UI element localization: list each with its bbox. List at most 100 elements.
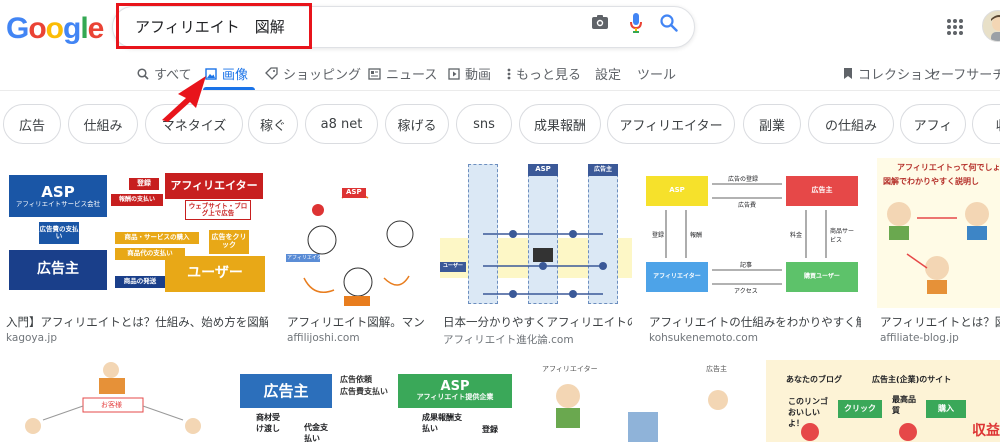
ship-arrow: 商品の発送 bbox=[115, 276, 165, 288]
website-label: ウェブサイト・ブログ上で広告 bbox=[188, 201, 248, 217]
result-thumbnail[interactable]: お客様 bbox=[3, 360, 223, 442]
result-title[interactable]: アフィリエイトとは？図解 bbox=[880, 314, 1000, 330]
affiliator-box: アフィリエイター bbox=[165, 173, 263, 199]
chip[interactable]: 仕組み bbox=[68, 104, 138, 144]
register-arrow: 登録 bbox=[129, 178, 159, 190]
result-source[interactable]: kagoya.jp bbox=[6, 332, 57, 344]
access-label: アクセス bbox=[734, 288, 758, 295]
image-result[interactable]: ASP 広告主 アフィリエイター 購買ユーザー 広告の登録 広告費 登録 報酬 … bbox=[646, 158, 861, 348]
tab-safesearch-label: セーフサーチ bbox=[928, 68, 1000, 83]
apps-grid-icon[interactable] bbox=[947, 19, 963, 35]
result-source[interactable]: アフィリエイト進化論.com bbox=[443, 332, 574, 347]
register-label: 登録 bbox=[652, 232, 665, 239]
result-thumbnail[interactable]: ASP アフィリエイター bbox=[284, 158, 424, 308]
tab-shopping[interactable]: ショッピング bbox=[265, 64, 361, 83]
result-thumbnail[interactable]: ASP 広告主 ユーザー bbox=[440, 158, 632, 308]
result-thumbnail[interactable]: ASP アフィリエイトサービス会社 登録 報酬の支払い アフィリエイター ウェブ… bbox=[3, 158, 268, 308]
tab-settings-label: 設定 bbox=[595, 68, 622, 83]
search-icon[interactable] bbox=[660, 14, 678, 36]
more-vert-icon bbox=[507, 68, 511, 79]
advertiser-label: 広告主 bbox=[706, 365, 727, 373]
result-title[interactable]: 入門】アフィリエイトとは？仕組み、始め方を図解で… bbox=[6, 314, 268, 330]
result-title[interactable]: アフィリエイトの仕組みをわかりやすく解… bbox=[649, 314, 861, 330]
register-label: 登録 bbox=[137, 179, 151, 188]
advertiser-label: 広告主 bbox=[37, 261, 79, 278]
tab-tools[interactable]: ツール bbox=[637, 64, 676, 83]
reward-label: 報酬 bbox=[690, 232, 703, 239]
ad-fee-label: 広告費 bbox=[738, 202, 757, 209]
result-thumbnail[interactable]: 広告主 広告依頼 広告費支払い ASP アフィリエイト提供企業 商材受け渡し 代… bbox=[240, 360, 512, 442]
result-source[interactable]: kohsukenemoto.com bbox=[649, 332, 758, 344]
result-thumbnail[interactable]: アフィリエイトって何でしょ 図解でわかりやすく説明し bbox=[877, 158, 1000, 308]
click-arrow: 広告をクリック bbox=[209, 230, 249, 254]
apples-illustration bbox=[801, 423, 917, 441]
flow-lines bbox=[483, 230, 607, 298]
related-chips: 広告 仕組み マネタイズ 稼ぐ a8 net 稼げる sns 成果報酬 アフィリ… bbox=[0, 104, 1000, 144]
image-result[interactable]: 広告主 広告依頼 広告費支払い ASP アフィリエイト提供企業 商材受け渡し 代… bbox=[240, 360, 512, 442]
image-result[interactable]: アフィリエイター 広告主 bbox=[528, 360, 750, 442]
result-title[interactable]: アフィリエイト図解。マン… bbox=[287, 314, 424, 330]
logo-letter: G bbox=[6, 12, 29, 45]
reward-label: 成果報酬支払い bbox=[422, 413, 462, 433]
illustration bbox=[887, 202, 989, 294]
microphone-icon[interactable] bbox=[630, 13, 642, 37]
article-label: 記事 bbox=[740, 262, 753, 269]
chip[interactable]: 稼ぐ bbox=[248, 104, 298, 144]
result-thumbnail[interactable]: あなたのブログ 広告主(企業)のサイト このリンゴおいしいよ！ クリック 最高品… bbox=[766, 360, 1000, 442]
chip[interactable]: 稼げる bbox=[385, 104, 449, 144]
tab-news[interactable]: ニュース bbox=[368, 64, 437, 83]
image-result[interactable]: アフィリエイトって何でしょ 図解でわかりやすく説明し アフィリエイトとは？図解 … bbox=[877, 158, 1000, 348]
chip[interactable]: の仕組み bbox=[808, 104, 894, 144]
avatar[interactable] bbox=[982, 10, 1000, 42]
tab-tools-label: ツール bbox=[637, 68, 677, 83]
tab-images-label: 画像 bbox=[222, 68, 249, 83]
chip[interactable]: アフィリエイター bbox=[607, 104, 735, 144]
goods-label: 商材受け渡し bbox=[256, 413, 280, 433]
image-result[interactable]: お客様 bbox=[3, 360, 223, 442]
chip[interactable]: 副業 bbox=[743, 104, 801, 144]
image-result[interactable]: ASP アフィリエイトサービス会社 登録 報酬の支払い アフィリエイター ウェブ… bbox=[3, 158, 268, 348]
result-thumbnail[interactable]: ASP 広告主 アフィリエイター 購買ユーザー 広告の登録 広告費 登録 報酬 … bbox=[646, 158, 861, 308]
tab-settings[interactable]: 設定 bbox=[595, 64, 621, 83]
bookmark-icon bbox=[844, 68, 852, 79]
chip[interactable]: 成果報酬 bbox=[519, 104, 601, 144]
chip[interactable]: sns bbox=[456, 104, 512, 144]
camera-icon[interactable] bbox=[591, 14, 609, 34]
logo-letter: o bbox=[28, 12, 46, 45]
reward-arrow: 報酬の支払い bbox=[111, 194, 163, 206]
tab-videos[interactable]: 動画 bbox=[448, 64, 491, 83]
manga-diagram bbox=[286, 188, 414, 306]
result-source[interactable]: affiliate-blog.jp bbox=[880, 332, 959, 344]
chip-label: a8 net bbox=[320, 116, 363, 132]
price-label: 代金支払い bbox=[304, 423, 328, 442]
header-divider bbox=[0, 90, 1000, 91]
google-logo[interactable]: Google bbox=[6, 12, 104, 46]
result-title[interactable]: 日本一分かりやすくアフィリエイトの… bbox=[443, 314, 632, 330]
tab-images[interactable]: 画像 bbox=[205, 64, 248, 83]
chip-label: 収 bbox=[995, 115, 1000, 134]
chip-label: の仕組み bbox=[824, 118, 877, 134]
result-thumbnail[interactable]: アフィリエイター 広告主 bbox=[528, 360, 750, 442]
reward-label: 報酬の支払い bbox=[118, 195, 155, 203]
chip[interactable]: a8 net bbox=[305, 104, 378, 144]
tab-collections-label: コレクション bbox=[858, 68, 937, 83]
purchase-arrow: 商品・サービスの購入 bbox=[115, 232, 199, 244]
tab-more[interactable]: もっと見る bbox=[507, 64, 581, 83]
request-label: 広告依頼 bbox=[340, 375, 372, 384]
product-label: 商品サービス bbox=[830, 228, 855, 244]
website-note: ウェブサイト・ブログ上で広告 bbox=[185, 200, 251, 220]
chip[interactable]: 広告 bbox=[3, 104, 61, 144]
image-result[interactable]: ASP 広告主 ユーザー 日本一分かりやすくアフィリエイトの… アフィリエイト進… bbox=[440, 158, 632, 348]
tab-safesearch[interactable]: セーフサーチ bbox=[928, 64, 1000, 83]
affiliator-label: アフィリエイター bbox=[287, 255, 327, 261]
chip-label: 仕組み bbox=[83, 118, 123, 134]
asp-box: ASP アフィリエイト提供企業 bbox=[398, 374, 512, 408]
result-source[interactable]: affilijoshi.com bbox=[287, 332, 360, 344]
fee-label: 料金 bbox=[790, 232, 803, 239]
image-result[interactable]: あなたのブログ 広告主(企業)のサイト このリンゴおいしいよ！ クリック 最高品… bbox=[766, 360, 1000, 442]
image-result[interactable]: ASP アフィリエイター アフィリエイト図解。マン… affilijoshi.c… bbox=[284, 158, 424, 348]
chip[interactable]: アフィ bbox=[900, 104, 966, 144]
tab-collections[interactable]: コレクション bbox=[843, 64, 936, 83]
tab-shopping-label: ショッピング bbox=[283, 68, 362, 83]
chip[interactable]: 収 bbox=[972, 104, 1000, 144]
